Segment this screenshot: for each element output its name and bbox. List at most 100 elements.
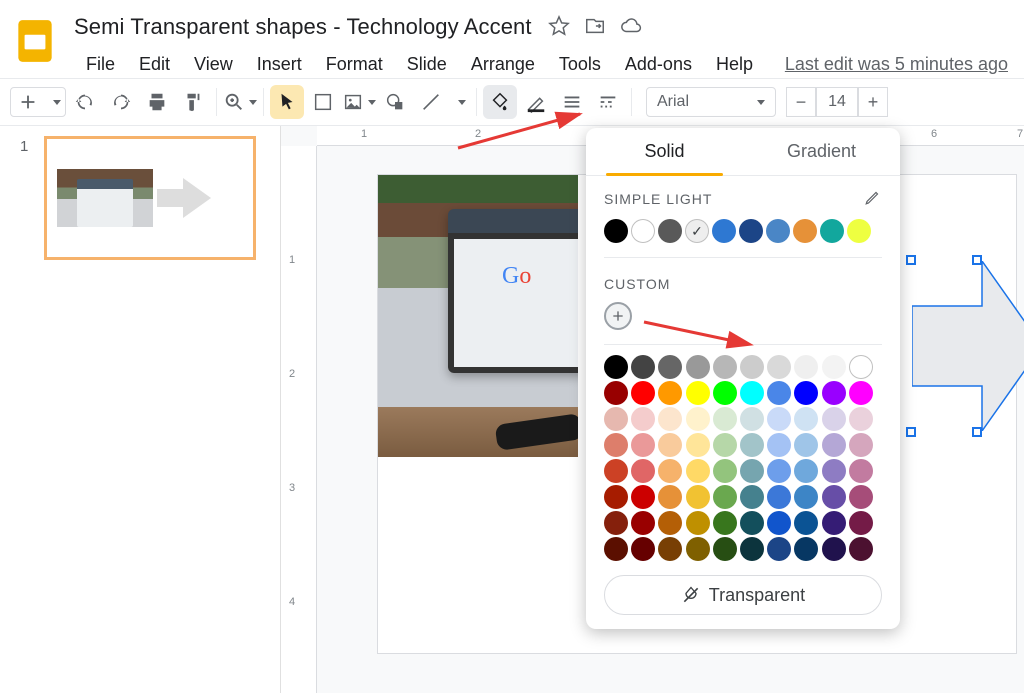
color-swatch[interactable] <box>740 511 764 535</box>
color-swatch[interactable] <box>631 511 655 535</box>
redo-button[interactable] <box>104 85 138 119</box>
color-swatch[interactable] <box>658 511 682 535</box>
menu-file[interactable]: File <box>74 50 127 79</box>
color-swatch[interactable] <box>794 381 818 405</box>
theme-swatch[interactable] <box>739 219 763 243</box>
theme-swatch[interactable] <box>847 219 871 243</box>
color-swatch[interactable] <box>604 485 628 509</box>
slides-logo-icon[interactable] <box>10 16 60 66</box>
color-swatch[interactable] <box>794 433 818 457</box>
color-swatch[interactable] <box>794 537 818 561</box>
theme-swatch[interactable] <box>631 219 655 243</box>
doc-title[interactable]: Semi Transparent shapes - Technology Acc… <box>74 14 532 40</box>
color-swatch[interactable] <box>822 485 846 509</box>
theme-swatch[interactable] <box>712 219 736 243</box>
border-dash-button[interactable] <box>591 85 625 119</box>
color-swatch[interactable] <box>686 511 710 535</box>
color-swatch[interactable] <box>713 459 737 483</box>
theme-swatch[interactable] <box>820 219 844 243</box>
theme-swatch[interactable]: ✓ <box>685 219 709 243</box>
color-swatch[interactable] <box>604 511 628 535</box>
selected-arrow-shape[interactable] <box>912 261 1024 431</box>
color-swatch[interactable] <box>631 485 655 509</box>
transparent-button[interactable]: Transparent <box>604 575 882 615</box>
color-swatch[interactable] <box>713 433 737 457</box>
color-swatch[interactable] <box>713 511 737 535</box>
color-swatch[interactable] <box>604 433 628 457</box>
color-swatch[interactable] <box>794 485 818 509</box>
edit-theme-icon[interactable] <box>864 188 882 209</box>
color-swatch[interactable] <box>686 381 710 405</box>
line-button[interactable] <box>414 85 448 119</box>
color-swatch[interactable] <box>822 407 846 431</box>
menu-edit[interactable]: Edit <box>127 50 182 79</box>
new-slide-combo[interactable] <box>10 87 66 117</box>
color-swatch[interactable] <box>849 459 873 483</box>
color-swatch[interactable] <box>658 355 682 379</box>
menu-help[interactable]: Help <box>704 50 765 79</box>
color-swatch[interactable] <box>713 407 737 431</box>
color-swatch[interactable] <box>604 407 628 431</box>
selection-handle[interactable] <box>906 427 916 437</box>
menu-format[interactable]: Format <box>314 50 395 79</box>
color-swatch[interactable] <box>631 537 655 561</box>
color-swatch[interactable] <box>631 407 655 431</box>
color-swatch[interactable] <box>631 433 655 457</box>
tab-solid[interactable]: Solid <box>586 128 743 175</box>
color-swatch[interactable] <box>631 381 655 405</box>
color-swatch[interactable] <box>767 485 791 509</box>
color-swatch[interactable] <box>740 381 764 405</box>
color-swatch[interactable] <box>822 381 846 405</box>
color-swatch[interactable] <box>740 537 764 561</box>
color-swatch[interactable] <box>767 433 791 457</box>
color-swatch[interactable] <box>658 485 682 509</box>
theme-swatch[interactable] <box>604 219 628 243</box>
color-swatch[interactable] <box>631 355 655 379</box>
image-button[interactable] <box>342 85 376 119</box>
color-swatch[interactable] <box>686 355 710 379</box>
new-slide-dropdown[interactable] <box>45 85 65 119</box>
new-slide-button[interactable] <box>11 85 45 119</box>
star-icon[interactable] <box>548 15 570 40</box>
undo-button[interactable] <box>68 85 102 119</box>
color-swatch[interactable] <box>822 355 846 379</box>
move-icon[interactable] <box>584 15 606 40</box>
color-swatch[interactable] <box>686 459 710 483</box>
slide-photo[interactable]: Go <box>378 175 578 457</box>
menu-view[interactable]: View <box>182 50 245 79</box>
print-button[interactable] <box>140 85 174 119</box>
menu-arrange[interactable]: Arrange <box>459 50 547 79</box>
color-swatch[interactable] <box>686 537 710 561</box>
menu-addons[interactable]: Add-ons <box>613 50 704 79</box>
color-swatch[interactable] <box>849 433 873 457</box>
cloud-saved-icon[interactable] <box>620 15 642 40</box>
color-swatch[interactable] <box>849 511 873 535</box>
theme-swatch[interactable] <box>766 219 790 243</box>
color-swatch[interactable] <box>604 459 628 483</box>
color-swatch[interactable] <box>604 537 628 561</box>
zoom-button[interactable] <box>223 85 257 119</box>
color-swatch[interactable] <box>767 355 791 379</box>
color-swatch[interactable] <box>740 459 764 483</box>
font-size-decrease[interactable]: − <box>786 87 816 117</box>
font-select[interactable]: Arial <box>646 87 776 117</box>
color-swatch[interactable] <box>631 459 655 483</box>
font-size-increase[interactable]: + <box>858 87 888 117</box>
color-swatch[interactable] <box>822 433 846 457</box>
selection-handle[interactable] <box>906 255 916 265</box>
color-swatch[interactable] <box>740 355 764 379</box>
color-swatch[interactable] <box>686 485 710 509</box>
paint-format-button[interactable] <box>176 85 210 119</box>
select-tool-button[interactable] <box>270 85 304 119</box>
color-swatch[interactable] <box>658 433 682 457</box>
color-swatch[interactable] <box>767 459 791 483</box>
last-edit-link[interactable]: Last edit was 5 minutes ago <box>785 54 1008 75</box>
color-swatch[interactable] <box>658 537 682 561</box>
color-swatch[interactable] <box>849 381 873 405</box>
font-size-input[interactable]: 14 <box>816 87 858 117</box>
color-swatch[interactable] <box>794 459 818 483</box>
color-swatch[interactable] <box>740 407 764 431</box>
color-swatch[interactable] <box>849 537 873 561</box>
shape-button[interactable] <box>378 85 412 119</box>
color-swatch[interactable] <box>740 485 764 509</box>
